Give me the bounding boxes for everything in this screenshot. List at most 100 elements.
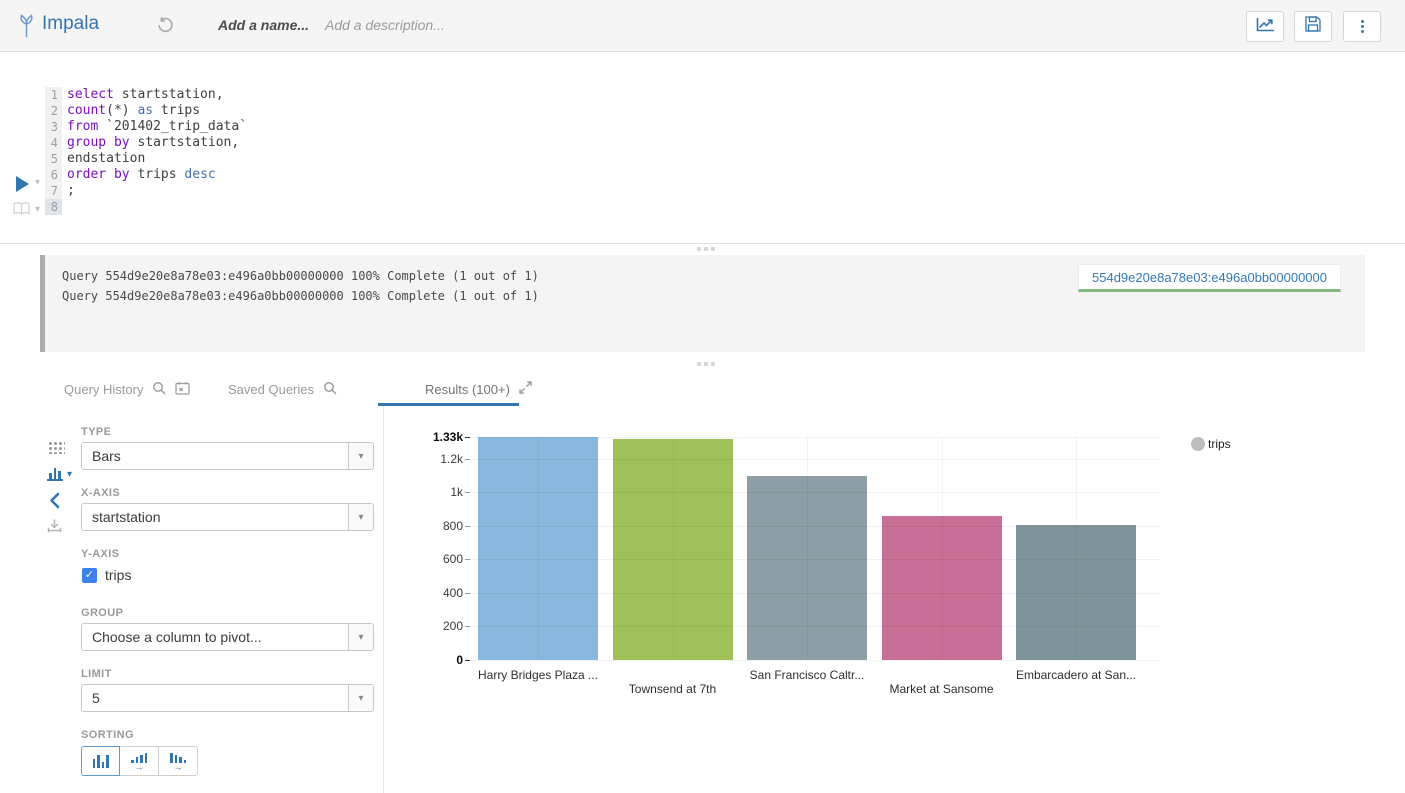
code-token: group by (67, 135, 130, 150)
code-line: ; (67, 183, 247, 199)
app-header: Impala Add a name... Add a description..… (0, 0, 1405, 52)
code-token: trips (130, 167, 185, 182)
gridline (470, 459, 1160, 460)
code-line: order by trips desc (67, 167, 247, 183)
impala-logo-icon (16, 13, 37, 44)
code-token: (*) (106, 103, 137, 118)
arrow-right-icon: → (174, 764, 183, 770)
chart-type-value: Bars (92, 448, 121, 464)
limit-label: LIMIT (81, 668, 112, 680)
gridline (470, 526, 1160, 527)
bars-descending-icon (170, 753, 186, 763)
code-token: endstation (67, 151, 145, 166)
group-select[interactable]: Choose a column to pivot... ▾ (81, 623, 374, 651)
save-button[interactable] (1294, 11, 1332, 42)
log-line: Query 554d9e20e8a78e03:e496a0bb00000000 … (62, 266, 539, 286)
gridline (470, 660, 1160, 661)
y-axis-tick-mark (465, 526, 470, 527)
download-icon[interactable] (47, 519, 62, 538)
collapse-left-chevron-icon[interactable] (48, 492, 61, 514)
log-line: Query 554d9e20e8a78e03:e496a0bb00000000 … (62, 286, 539, 306)
job-id-link[interactable]: 554d9e20e8a78e03:e496a0bb00000000 (1078, 264, 1341, 292)
x-axis-label: Embarcadero at San... (1016, 668, 1136, 682)
code-token: `201402_trip_data` (98, 119, 247, 134)
yaxis-label: Y-AXIS (81, 548, 119, 560)
execute-query-button[interactable] (16, 176, 29, 192)
code-token: startstation, (114, 87, 224, 102)
legend-swatch-icon (1191, 437, 1205, 451)
query-log-panel: Query 554d9e20e8a78e03:e496a0bb00000000 … (40, 255, 1365, 352)
save-icon (1305, 16, 1321, 37)
editor-log-splitter[interactable] (0, 243, 1405, 244)
bars-ascending-icon (131, 753, 147, 763)
chart-type-select[interactable]: Bars ▾ (81, 442, 374, 470)
execute-options-caret-icon[interactable]: ▾ (35, 177, 40, 188)
results-grid-icon[interactable] (48, 441, 65, 454)
log-accent-bar (40, 255, 45, 352)
search-icon[interactable] (152, 381, 166, 398)
y-axis-tick-label: 400 (413, 586, 463, 600)
tab-results[interactable]: Results (100+) (425, 381, 532, 397)
sorting-button-group: → → (81, 746, 198, 776)
show-chart-button[interactable] (1246, 11, 1284, 42)
tab-saved-queries[interactable]: Saved Queries (228, 381, 337, 398)
sql-editor[interactable]: 12345678 select startstation,count(*) as… (0, 53, 1405, 243)
clear-history-calendar-icon[interactable] (175, 381, 190, 398)
chart-view-icon[interactable] (47, 467, 63, 481)
query-history-icon[interactable] (157, 17, 174, 39)
splitter-handle-icon[interactable] (697, 247, 715, 251)
code-token: trips (153, 103, 200, 118)
yaxis-trips-option[interactable]: ✓ trips (82, 567, 131, 583)
editor-code[interactable]: select startstation,count(*) as tripsfro… (67, 87, 247, 215)
more-actions-button[interactable] (1343, 11, 1381, 42)
y-axis-tick-mark (465, 559, 470, 560)
code-token: startstation, (130, 135, 240, 150)
gridline (470, 559, 1160, 560)
y-axis-tick-label: 200 (413, 619, 463, 633)
expand-icon[interactable] (519, 381, 532, 397)
saved-query-book-icon[interactable] (13, 202, 30, 220)
chevron-down-icon: ▾ (358, 632, 363, 643)
select-dropdown-button[interactable]: ▾ (348, 504, 373, 530)
chevron-down-icon: ▾ (358, 451, 363, 462)
legend-item-trips[interactable]: trips (1191, 437, 1231, 451)
checkbox-checked-icon[interactable]: ✓ (82, 568, 97, 583)
gridline (673, 437, 674, 660)
query-name-input[interactable]: Add a name... (218, 17, 309, 33)
code-token: order by (67, 167, 130, 182)
group-value: Choose a column to pivot... (92, 629, 262, 645)
sort-descending-button[interactable]: → (159, 746, 198, 776)
sorting-label: SORTING (81, 729, 134, 741)
y-axis-tick-mark (465, 660, 470, 661)
limit-select[interactable]: 5 ▾ (81, 684, 374, 712)
y-axis-tick-label: 1.2k (413, 452, 463, 466)
tab-query-history[interactable]: Query History (64, 381, 190, 398)
code-token: count (67, 103, 106, 118)
app-title: Impala (42, 13, 99, 35)
yaxis-option-label: trips (105, 567, 131, 583)
tab-query-history-label: Query History (64, 382, 143, 397)
select-dropdown-button[interactable]: ▾ (348, 443, 373, 469)
select-dropdown-button[interactable]: ▾ (348, 624, 373, 650)
chart-type-caret-icon[interactable]: ▾ (67, 469, 72, 480)
y-axis-tick-mark (465, 459, 470, 460)
code-token: ; (67, 183, 75, 198)
panel-divider (383, 406, 384, 793)
book-options-caret-icon[interactable]: ▾ (35, 204, 40, 215)
search-icon[interactable] (323, 381, 337, 398)
code-line: endstation (67, 151, 247, 167)
tab-saved-queries-label: Saved Queries (228, 382, 314, 397)
active-tab-underline (378, 403, 519, 406)
y-axis-tick-mark (465, 593, 470, 594)
chevron-down-icon: ▾ (358, 693, 363, 704)
code-line: count(*) as trips (67, 103, 247, 119)
query-description-input[interactable]: Add a description... (325, 17, 445, 33)
splitter-handle-icon[interactable] (697, 362, 715, 366)
sort-default-button[interactable] (81, 746, 120, 776)
line-number: 3 (45, 119, 62, 135)
code-line: group by startstation, (67, 135, 247, 151)
sort-ascending-button[interactable]: → (120, 746, 159, 776)
xaxis-select[interactable]: startstation ▾ (81, 503, 374, 531)
code-token: from (67, 119, 98, 134)
select-dropdown-button[interactable]: ▾ (348, 685, 373, 711)
